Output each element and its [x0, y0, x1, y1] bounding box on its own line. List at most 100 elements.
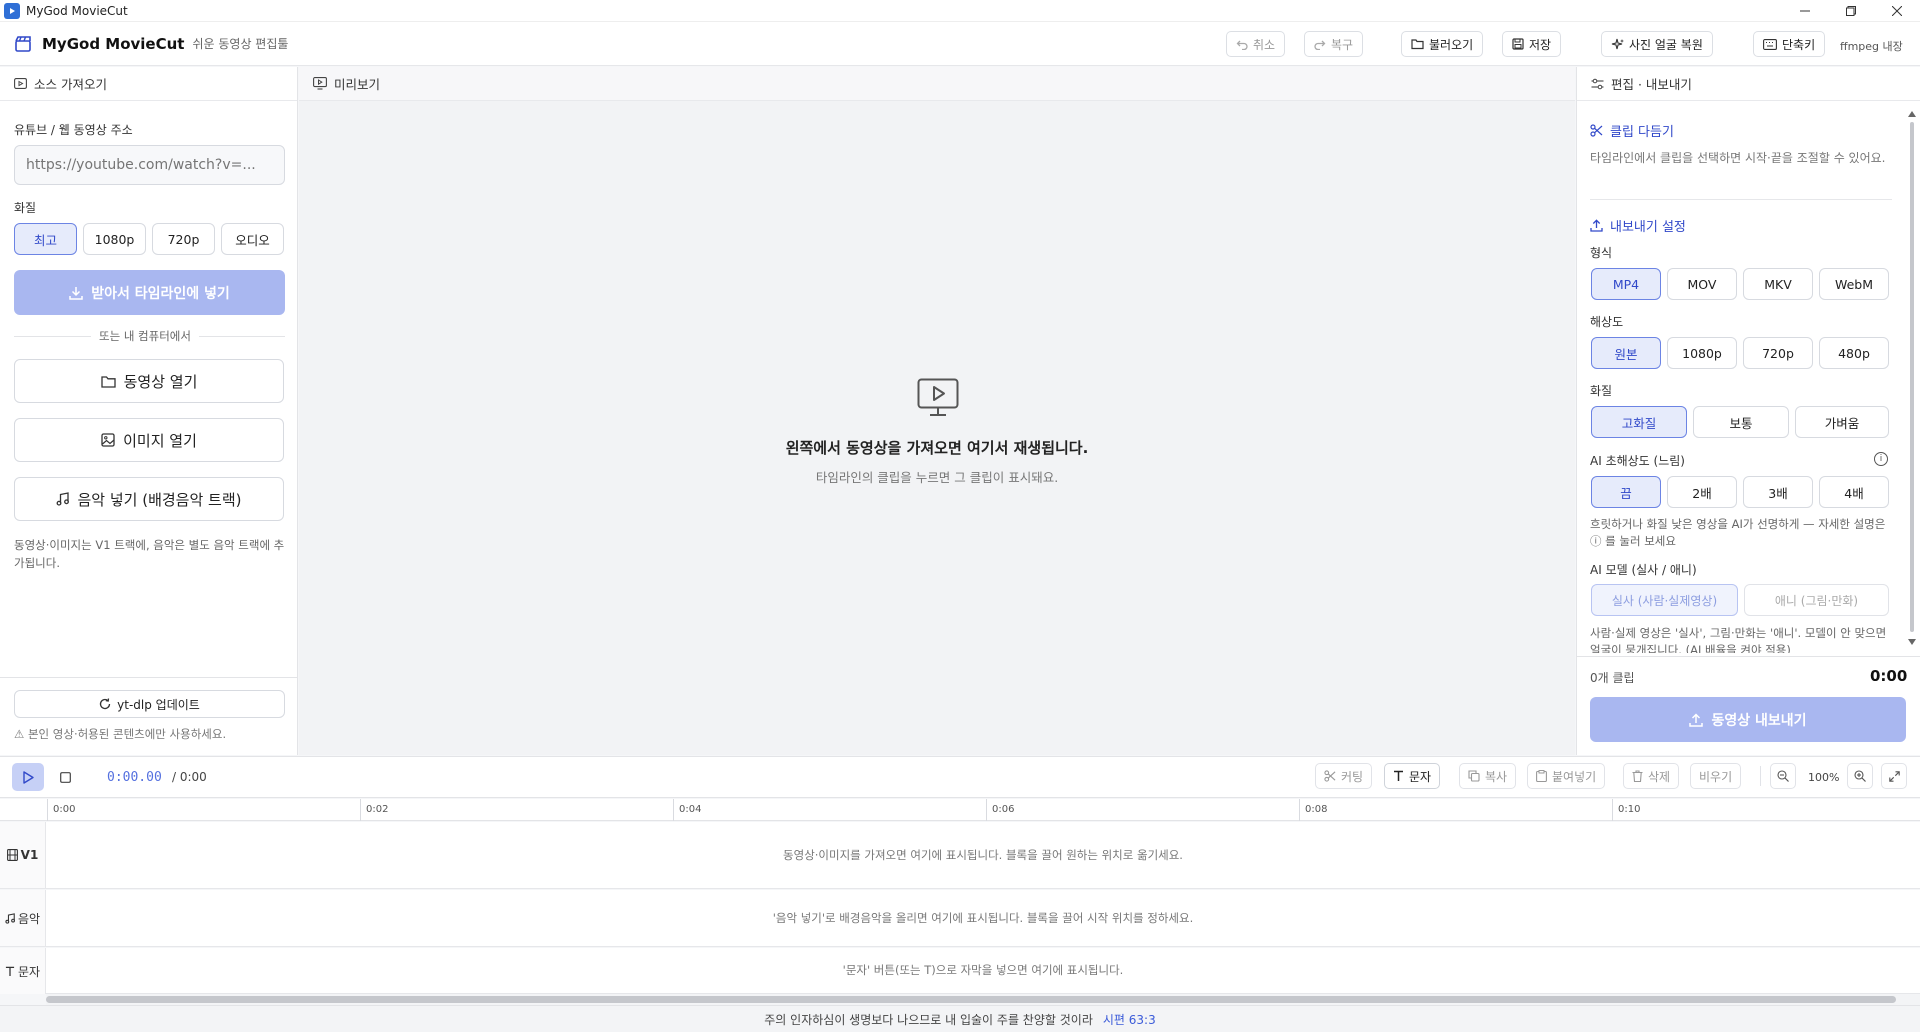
- preview-placeholder-icon: [917, 378, 959, 418]
- music-note-icon: [5, 912, 15, 924]
- upload-icon: [1689, 712, 1704, 727]
- format-option-mkv[interactable]: MKV: [1743, 268, 1813, 300]
- track-text[interactable]: 문자 '문자' 버튼(또는 T)으로 자막을 넣으면 여기에 표시됩니다.: [0, 948, 1920, 994]
- paste-button[interactable]: 붙여넣기: [1527, 763, 1606, 789]
- quality-option-best[interactable]: 최고: [14, 223, 77, 255]
- quality-option-audio[interactable]: 오디오: [221, 223, 284, 255]
- save-project-button[interactable]: 저장: [1502, 31, 1562, 57]
- format-label: 형식: [1590, 246, 1613, 260]
- download-to-timeline-button[interactable]: 받아서 타임라인에 넣기: [14, 270, 285, 315]
- ruler-tick-label: 0:08: [1305, 804, 1328, 815]
- total-duration: 0:00: [1870, 667, 1908, 685]
- maximize-button[interactable]: [1828, 0, 1874, 22]
- export-quality-light[interactable]: 가벼움: [1795, 406, 1889, 438]
- preview-empty-title: 왼쪽에서 동영상을 가져오면 여기서 재생됩니다.: [785, 439, 1089, 457]
- face-restore-button[interactable]: 사진 얼굴 복원: [1601, 31, 1713, 57]
- current-time: 0:00.00: [107, 770, 162, 785]
- url-input[interactable]: [14, 145, 285, 185]
- ai-model-option-anime[interactable]: 애니 (그림·만화): [1744, 584, 1889, 616]
- trim-section-title: 클립 다듬기: [1590, 121, 1674, 140]
- tick-line: [1612, 799, 1613, 821]
- copy-button[interactable]: 복사: [1459, 763, 1517, 789]
- undo-button[interactable]: 취소: [1226, 31, 1286, 57]
- info-icon[interactable]: i: [1874, 452, 1888, 466]
- export-quality-high[interactable]: 고화질: [1591, 406, 1687, 438]
- upscale-option-2x[interactable]: 2배: [1667, 476, 1737, 508]
- delete-button[interactable]: 삭제: [1623, 763, 1680, 789]
- export-video-button[interactable]: 동영상 내보내기: [1590, 697, 1906, 742]
- folder-icon: [100, 375, 116, 388]
- app-icon: [4, 2, 20, 19]
- monitor-play-icon: [313, 77, 327, 90]
- play-button[interactable]: [12, 763, 44, 791]
- track-v1[interactable]: V1 동영상·이미지를 가져오면 여기에 표시됩니다. 블록을 끌어 원하는 위…: [0, 822, 1920, 889]
- resolution-option-720p[interactable]: 720p: [1743, 337, 1813, 369]
- resolution-option-original[interactable]: 원본: [1591, 337, 1661, 369]
- divider: [1590, 199, 1892, 200]
- track-v1-label: V1: [0, 822, 46, 888]
- clipboard-icon: [1536, 770, 1547, 782]
- load-project-button[interactable]: 불러오기: [1401, 31, 1484, 57]
- ai-model-description: 사람·실제 영상은 '실사', 그림·만화는 '애니'. 모델이 안 맞으면 얼…: [1590, 626, 1887, 653]
- footer-verse-bar: 주의 인자하심이 생명보다 나으므로 내 입술이 주를 찬양할 것이라 시편 6…: [0, 1005, 1920, 1032]
- copy-icon: [1468, 770, 1480, 782]
- save-icon: [1512, 38, 1524, 50]
- close-window-button[interactable]: [1874, 0, 1920, 22]
- settings-scrollbar[interactable]: [1907, 108, 1917, 648]
- zoom-out-button[interactable]: [1770, 763, 1796, 789]
- scissors-icon: [1324, 770, 1336, 782]
- quality-option-720p[interactable]: 720p: [152, 223, 215, 255]
- scrollbar-thumb[interactable]: [46, 996, 1896, 1003]
- ai-upscale-label: AI 초해상도 (느림): [1590, 454, 1685, 468]
- upscale-option-4x[interactable]: 4배: [1819, 476, 1889, 508]
- video-source-icon: [14, 78, 27, 89]
- resolution-option-480p[interactable]: 480p: [1819, 337, 1889, 369]
- open-video-button[interactable]: 동영상 열기: [14, 359, 284, 403]
- upscale-option-3x[interactable]: 3배: [1743, 476, 1813, 508]
- keyboard-icon: [1763, 38, 1777, 50]
- zoom-level: 100%: [1808, 771, 1840, 784]
- export-quality-normal[interactable]: 보통: [1693, 406, 1789, 438]
- format-option-mov[interactable]: MOV: [1667, 268, 1737, 300]
- shortcuts-button[interactable]: 단축키: [1753, 31, 1826, 57]
- tick-line: [1299, 799, 1300, 821]
- sparkles-icon: [1611, 38, 1624, 51]
- add-text-button[interactable]: 문자: [1384, 763, 1441, 789]
- tick-line: [360, 799, 361, 821]
- format-option-mp4[interactable]: MP4: [1591, 268, 1661, 300]
- redo-button[interactable]: 복구: [1304, 31, 1364, 57]
- track-text-label: 문자: [0, 948, 46, 994]
- track-music[interactable]: 음악 '음악 넣기'로 배경음악을 올리면 여기에 표시됩니다. 블록을 끌어 …: [0, 890, 1920, 947]
- add-music-button[interactable]: 음악 넣기 (배경음악 트랙): [14, 477, 284, 521]
- format-option-webm[interactable]: WebM: [1819, 268, 1889, 300]
- fit-timeline-button[interactable]: [1881, 763, 1907, 789]
- resolution-option-1080p[interactable]: 1080p: [1667, 337, 1737, 369]
- window-titlebar: MyGod MovieCut: [0, 0, 1920, 22]
- scissors-icon: [1590, 124, 1603, 137]
- ruler-tick-label: 0:06: [992, 804, 1015, 815]
- source-panel-header: 소스 가져오기: [0, 67, 297, 101]
- clapperboard-icon: [14, 35, 32, 53]
- timeline-horizontal-scrollbar[interactable]: [46, 994, 1920, 1005]
- minimize-button[interactable]: [1782, 0, 1828, 22]
- ruler-tick-label: 0:00: [53, 804, 76, 815]
- clear-timeline-button[interactable]: 비우기: [1690, 763, 1742, 789]
- folder-open-icon: [1411, 38, 1424, 50]
- export-settings-title: 내보내기 설정: [1590, 216, 1686, 235]
- cut-button[interactable]: 커팅: [1315, 763, 1373, 789]
- quality-option-1080p[interactable]: 1080p: [83, 223, 146, 255]
- text-icon: [1393, 770, 1404, 782]
- track-music-empty-message: '음악 넣기'로 배경음악을 올리면 여기에 표시됩니다. 블록을 끌어 시작 …: [772, 911, 1194, 925]
- divider: [1576, 656, 1920, 657]
- stop-button[interactable]: [50, 763, 80, 791]
- or-divider-text: 또는 내 컴퓨터에서: [91, 328, 199, 344]
- upscale-option-off[interactable]: 끔: [1591, 476, 1661, 508]
- total-time: / 0:00: [172, 770, 207, 784]
- ytdlp-update-button[interactable]: yt-dlp 업데이트: [14, 690, 285, 718]
- open-image-button[interactable]: 이미지 열기: [14, 418, 284, 462]
- app-name: MyGod MovieCut: [42, 34, 185, 53]
- zoom-in-button[interactable]: [1847, 763, 1873, 789]
- ai-model-option-real[interactable]: 실사 (사람·실제영상): [1591, 584, 1738, 616]
- track-music-label: 음악: [0, 890, 46, 946]
- tick-line: [47, 799, 48, 821]
